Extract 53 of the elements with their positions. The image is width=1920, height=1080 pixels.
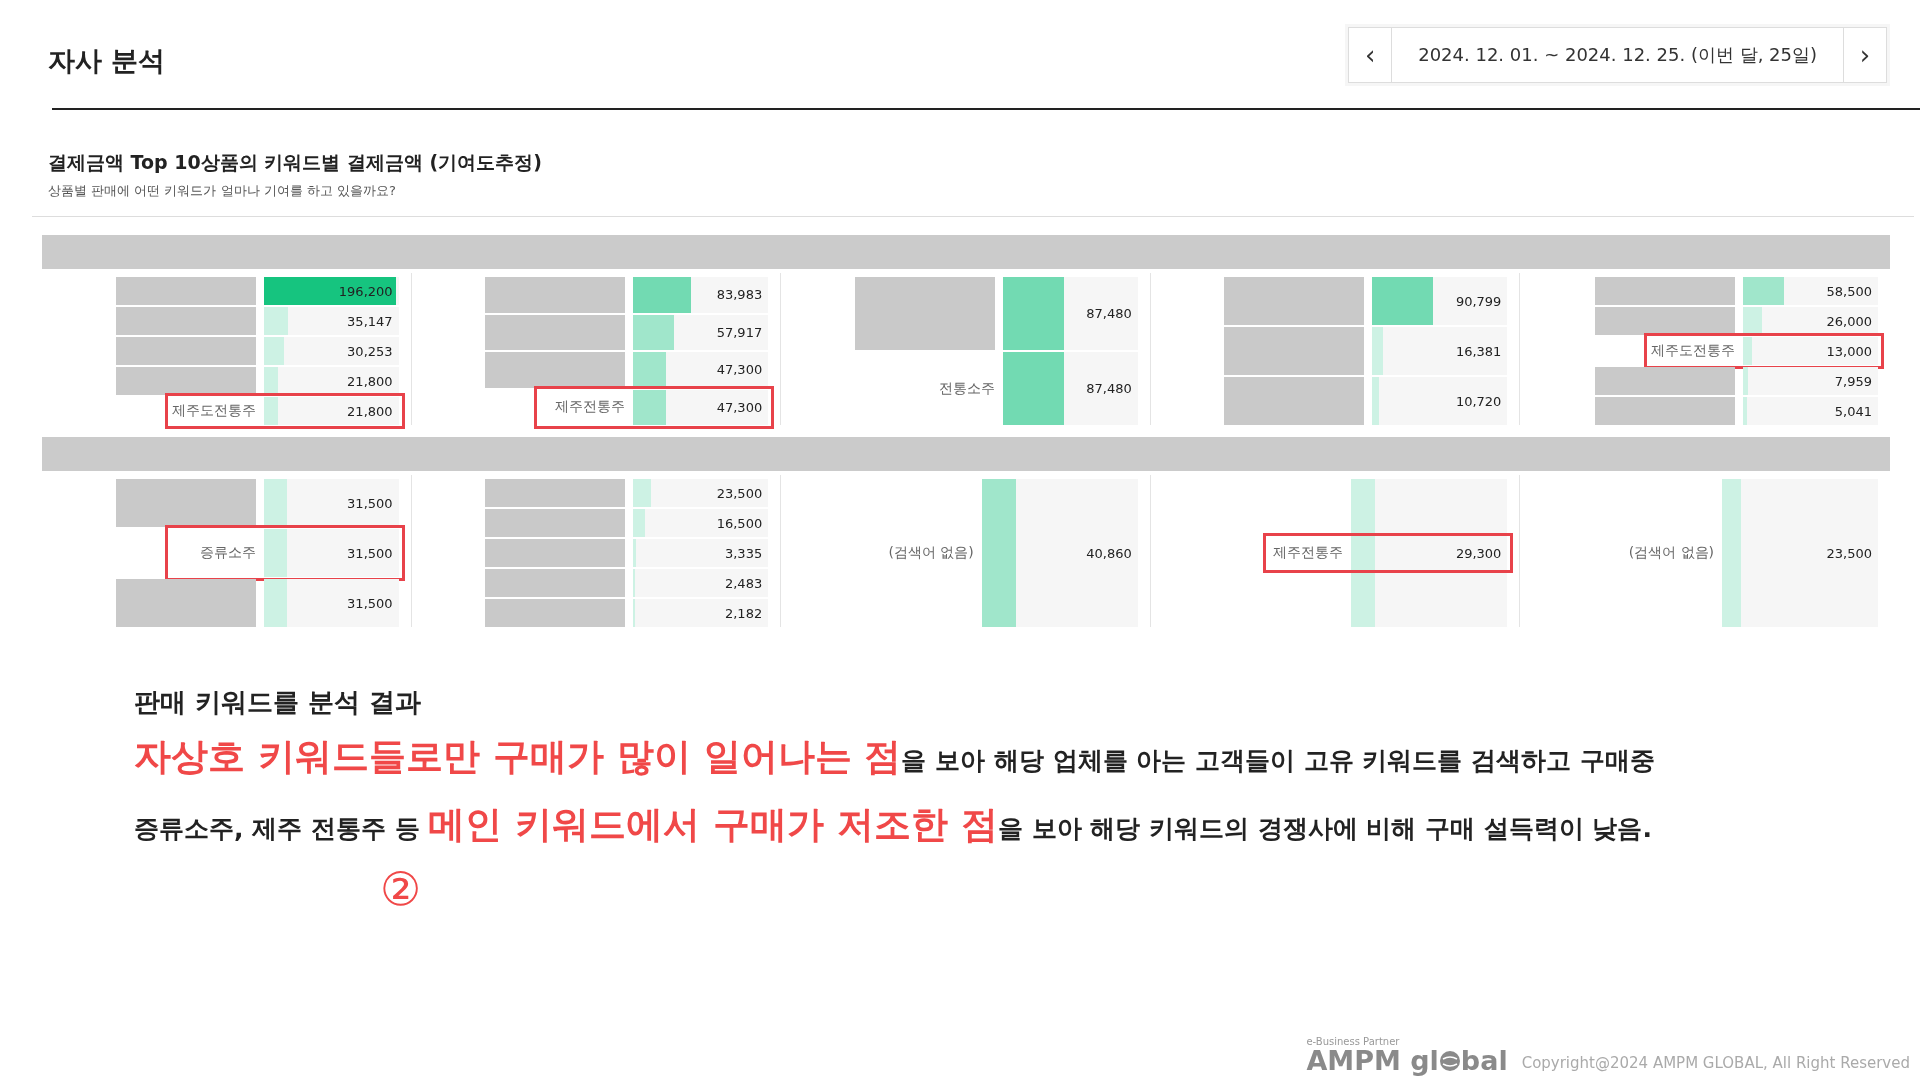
keyword-amount: 58,500 [1826,283,1873,299]
keyword-label: 제주전통주 [554,397,627,417]
next-button[interactable]: › [1843,27,1887,83]
keyword-amount: 83,983 [716,287,764,303]
copyright-text: Copyright@2024 AMPM GLOBAL, All Right Reserved [1521,1054,1910,1074]
keyword-label: 전통소주 [937,378,996,398]
keyword-amount: 10,720 [1455,393,1503,409]
keyword-amount: 47,300 [716,362,764,378]
keyword-amount: 30,253 [347,343,394,359]
keyword-amount: 5,041 [1834,403,1873,419]
page-title: 자사 분석 [48,44,166,78]
keyword-label: 제주전통주 [1272,543,1345,562]
keyword-amount: 2,483 [724,575,764,591]
keyword-amount: 23,500 [1826,545,1873,561]
keyword-amount: 87,480 [1086,306,1133,321]
logo-tagline: e-Business Partner [1306,1036,1400,1047]
date-range[interactable]: 2024. 12. 01. ~ 2024. 12. 25. (이번 달, 25일) [1392,27,1843,83]
keyword-amount: 7,959 [1834,373,1873,389]
section-title: 결제금액 Top 10상품의 키워드별 결제금액 (기여도추정) [48,150,543,175]
analysis-sentence: 자상호 키워드들로만 구매가 많이 일어나는 점 을 보아 해당 업체를 아는 고객들이 고유 키워드를 검색하고 구매중 [134,734,1656,780]
keyword-amount: 40,860 [1086,545,1133,561]
keyword-amount: 57,917 [716,324,764,340]
keyword-label: 제주도전통주 [1650,341,1736,360]
globe-icon [1438,1049,1461,1072]
keyword-amount: 23,500 [716,485,764,501]
keyword-amount: 13,000 [1826,343,1873,359]
keyword-amount: 26,000 [1826,313,1873,329]
keyword-amount: 31,500 [347,595,394,611]
keyword-amount: 2,182 [724,605,764,621]
keyword-amount: 29,300 [1455,545,1503,561]
keyword-amount: 16,381 [1455,343,1503,359]
analysis-sentence: 증류소주, 제주 전통주 등 메인 키워드에서 구매가 저조한 점 을 보아 해당 키워드의 경쟁사에 비해 구매 설득력이 낮음. [134,802,1653,848]
keyword-label: 제주도전통주 [170,401,257,420]
keyword-amount: 16,500 [716,515,764,531]
keyword-amount: 47,300 [716,399,764,415]
keyword-label: (검색어 없음) [1627,543,1715,562]
keyword-amount: 21,800 [347,403,394,419]
keyword-label: (검색어 없음) [887,543,975,562]
keyword-amount: 31,500 [347,495,394,511]
logo-wordmark: bal [1460,1047,1508,1074]
previous-button[interactable]: ‹ [1348,27,1393,83]
logo-wordmark: AMPM gl [1306,1047,1439,1074]
keyword-label: 증류소주 [198,543,257,562]
keyword-amount: 31,500 [347,545,394,561]
analysis-heading: 판매 키워드를 분석 결과 [134,686,423,719]
keyword-amount: 35,147 [347,313,394,329]
keyword-amount: 3,335 [724,545,764,561]
circled-number: ② [380,866,423,912]
section-subtitle: 상품별 판매에 어떤 키워드가 얼마나 기여를 하고 있을까요? [48,182,397,200]
keyword-amount: 196,200 [338,283,394,299]
keyword-amount: 90,799 [1455,293,1503,309]
keyword-amount: 87,480 [1086,381,1133,396]
keyword-amount: 21,800 [347,373,394,389]
